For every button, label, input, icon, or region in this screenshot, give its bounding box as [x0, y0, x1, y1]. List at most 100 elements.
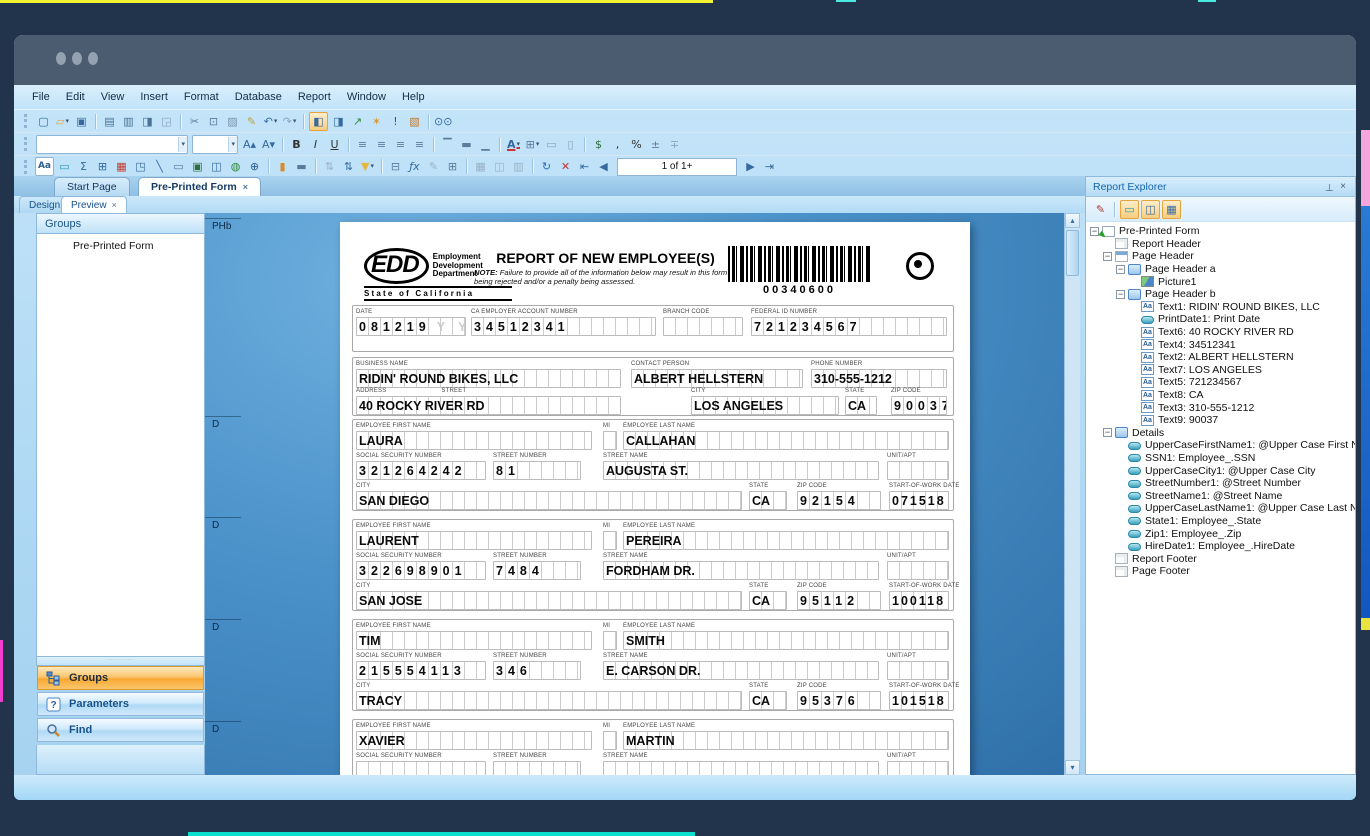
window-control-dot[interactable] [72, 52, 82, 65]
page-setup-icon[interactable]: ◲ [158, 113, 175, 130]
menu-edit[interactable]: Edit [66, 91, 85, 103]
find-icon[interactable]: ⊙⊙ [434, 113, 452, 130]
save-report-icon[interactable]: ▣ [73, 113, 90, 130]
sort-control-icon[interactable]: ⇅ [321, 158, 338, 175]
borders-icon[interactable]: ⊞▾ [524, 136, 541, 153]
tree-item[interactable]: −Picture1 [1086, 275, 1355, 288]
nav-last-page-icon[interactable]: ⇥ [761, 158, 778, 175]
find-button[interactable]: Find [37, 718, 204, 742]
stop-icon[interactable]: ✕ [557, 158, 574, 175]
insert-ole-object-icon[interactable]: ⊕ [246, 158, 263, 175]
thousands-separator-icon[interactable]: , [609, 136, 626, 153]
verify-database-icon[interactable]: ! [387, 113, 404, 130]
tree-item[interactable]: −Page Header a [1086, 263, 1355, 276]
bold-icon[interactable]: B [288, 136, 305, 153]
add-decimal-icon[interactable]: ± [647, 136, 664, 153]
menu-format[interactable]: Format [184, 91, 219, 103]
tree-item[interactable]: −UpperCaseFirstName1: @Upper Case First … [1086, 439, 1355, 452]
page-number-indicator[interactable]: 1 of 1+ [617, 158, 737, 176]
record-sort-expert-icon[interactable]: ⇅ [340, 158, 357, 175]
align-left-icon[interactable]: ≡ [354, 136, 371, 153]
panel-splitter[interactable]: ········· [36, 657, 205, 666]
tree-item[interactable]: −UpperCaseLastName1: @Upper Case Last Na… [1086, 502, 1355, 515]
tree-item[interactable]: −Zip1: Employee_.Zip [1086, 527, 1355, 540]
dependency-checker-icon[interactable]: ◫ [491, 158, 508, 175]
tree-item[interactable]: −Pre-Printed Form [1086, 225, 1355, 238]
cut-icon[interactable]: ✂ [186, 113, 203, 130]
html-preview-icon[interactable]: ✶ [368, 113, 385, 130]
window-control-dot[interactable] [56, 52, 66, 65]
grids-view-toggle-icon[interactable]: ▦ [1162, 200, 1181, 219]
insert-line-icon[interactable]: ╲ [151, 158, 168, 175]
currency-icon[interactable]: $ [590, 136, 607, 153]
tree-item[interactable]: −Page Footer [1086, 565, 1355, 578]
select-expert-icon[interactable]: ▼▾ [359, 158, 376, 175]
tree-item[interactable]: −StreetName1: @Street Name [1086, 489, 1355, 502]
close-icon[interactable]: × [243, 182, 248, 192]
print-preview-icon[interactable]: ◨ [139, 113, 156, 130]
insert-field-icon[interactable]: ▭ [56, 158, 73, 175]
tree-item[interactable]: −Text6: 40 ROCKY RIVER RD [1086, 326, 1355, 339]
scrollbar-thumb[interactable] [1066, 230, 1079, 276]
charts-view-toggle-icon[interactable]: ◫ [1141, 200, 1160, 219]
underline-icon[interactable]: U [326, 136, 343, 153]
print-icon[interactable]: ▤ [101, 113, 118, 130]
close-icon[interactable]: × [1336, 181, 1350, 192]
parameters-button[interactable]: ? Parameters [37, 692, 204, 716]
tree-collapse-icon[interactable]: − [1103, 252, 1112, 261]
menu-file[interactable]: File [32, 91, 50, 103]
menu-view[interactable]: View [101, 91, 125, 103]
scroll-up-icon[interactable]: ▴ [1065, 213, 1080, 228]
suppress-icon[interactable]: ▭ [543, 136, 560, 153]
align-bottom-icon[interactable]: ▁ [477, 136, 494, 153]
tree-item[interactable]: −State1: Employee_.State [1086, 515, 1355, 528]
tree-item[interactable]: −PrintDate1: Print Date [1086, 313, 1355, 326]
tree-item[interactable]: −Text1: RIDIN' ROUND BIKES, LLC [1086, 301, 1355, 314]
menu-window[interactable]: Window [347, 91, 386, 103]
nav-first-page-icon[interactable]: ⇤ [576, 158, 593, 175]
lock-format-icon[interactable]: ▯ [562, 136, 579, 153]
tree-item[interactable]: −Report Footer [1086, 552, 1355, 565]
export-icon[interactable]: ↗ [349, 113, 366, 130]
tree-item[interactable]: −Page Header b [1086, 288, 1355, 301]
insert-chart-icon[interactable]: ◫ [208, 158, 225, 175]
tree-item[interactable]: −Details [1086, 427, 1355, 440]
group-tree-view-icon[interactable]: ▦ [472, 158, 489, 175]
menu-insert[interactable]: Insert [140, 91, 168, 103]
tree-collapse-icon[interactable]: − [1116, 290, 1125, 299]
insert-cross-tab-icon[interactable]: ⊞ [94, 158, 111, 175]
preview-scrollbar[interactable]: ▴ ▾ [1064, 213, 1080, 775]
undo-icon[interactable]: ↶▾ [262, 113, 279, 130]
open-report-icon[interactable]: ▱▾ [54, 113, 71, 130]
tree-item[interactable]: −Text4: 34512341 [1086, 338, 1355, 351]
insert-ole-grid-icon[interactable]: ▦ [113, 158, 130, 175]
insert-picture-icon[interactable]: ▣ [189, 158, 206, 175]
section-expert-icon[interactable]: ▮ [274, 158, 291, 175]
new-document-icon[interactable]: ▢ [35, 113, 52, 130]
grow-font-icon[interactable]: A▴ [241, 136, 258, 153]
tree-item[interactable]: −SSN1: Employee_.SSN [1086, 452, 1355, 465]
insert-subreport-icon[interactable]: ◳ [132, 158, 149, 175]
tab-start-page[interactable]: Start Page [54, 177, 130, 196]
groups-button[interactable]: Groups [37, 666, 204, 690]
scroll-down-icon[interactable]: ▾ [1065, 760, 1080, 775]
tree-collapse-icon[interactable]: − [1103, 428, 1112, 437]
insert-map-icon[interactable]: ◍ [227, 158, 244, 175]
fields-view-toggle-icon[interactable]: ▭ [1120, 200, 1139, 219]
font-size-select[interactable]: ▾ [192, 135, 238, 154]
align-justify-icon[interactable]: ≡ [411, 136, 428, 153]
menu-report[interactable]: Report [298, 91, 331, 103]
tree-item[interactable]: −HireDate1: Employee_.HireDate [1086, 540, 1355, 553]
menu-database[interactable]: Database [235, 91, 282, 103]
tree-item[interactable]: −Text3: 310-555-1212 [1086, 401, 1355, 414]
align-top-icon[interactable]: ▔ [439, 136, 456, 153]
toggle-group-tree-icon[interactable]: ◧ [309, 112, 328, 131]
pin-icon[interactable]: ⊤ [1322, 181, 1336, 192]
tree-item[interactable]: −Text9: 90037 [1086, 414, 1355, 427]
copy-icon[interactable]: ⊡ [205, 113, 222, 130]
font-color-icon[interactable]: A▾ [505, 136, 522, 153]
align-right-icon[interactable]: ≡ [392, 136, 409, 153]
tree-item[interactable]: −Text2: ALBERT HELLSTERN [1086, 351, 1355, 364]
insert-picture-std-icon[interactable]: ▧ [406, 113, 423, 130]
tab-pre-printed-form[interactable]: Pre-Printed Form × [138, 177, 261, 196]
